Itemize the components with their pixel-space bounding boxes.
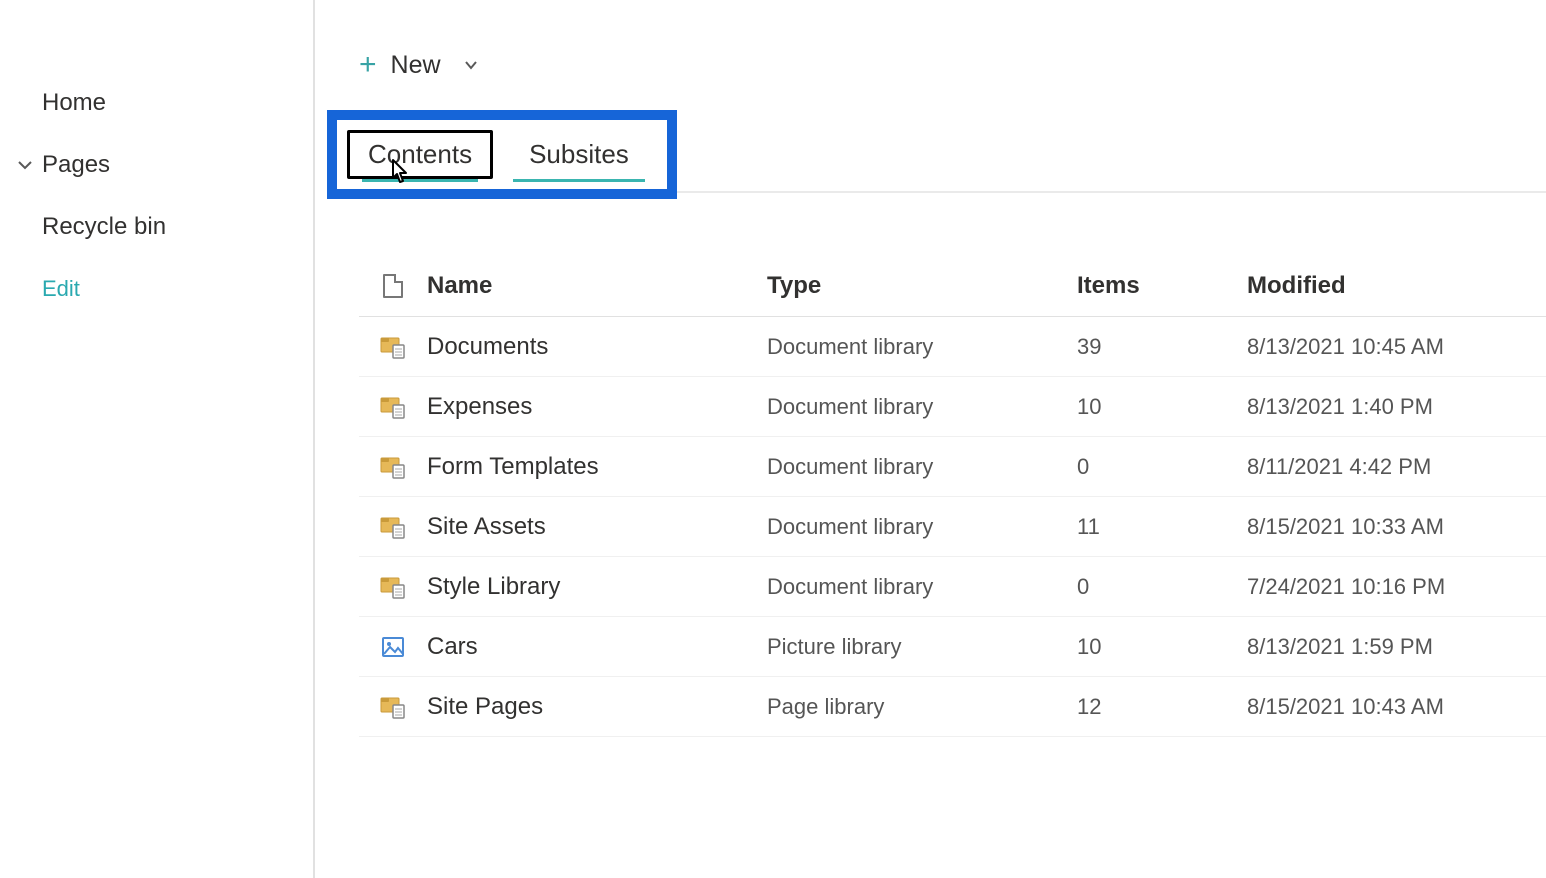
table-row[interactable]: Style LibraryDocument library07/24/2021 … (359, 557, 1546, 617)
header-items[interactable]: Items (1077, 272, 1247, 300)
plus-icon: + (359, 50, 377, 80)
sidebar: Home Pages Recycle bin Edit (0, 0, 315, 878)
row-name[interactable]: Cars (427, 633, 767, 661)
row-name[interactable]: Form Templates (427, 453, 767, 481)
row-items: 39 (1077, 334, 1247, 360)
row-modified: 8/11/2021 4:42 PM (1247, 454, 1546, 480)
nav-label: Recycle bin (42, 213, 166, 241)
row-items: 11 (1077, 514, 1247, 540)
table-row[interactable]: ExpensesDocument library108/13/2021 1:40… (359, 377, 1546, 437)
row-modified: 8/13/2021 1:59 PM (1247, 634, 1546, 660)
sidebar-item-recycle-bin[interactable]: Recycle bin (0, 196, 313, 258)
sidebar-edit-link[interactable]: Edit (0, 276, 313, 302)
nav-label: Home (42, 89, 106, 117)
row-icon (359, 335, 427, 359)
row-modified: 8/13/2021 10:45 AM (1247, 334, 1546, 360)
chevron-down-icon (463, 57, 479, 73)
header-modified[interactable]: Modified (1247, 272, 1546, 300)
row-modified: 8/13/2021 1:40 PM (1247, 394, 1546, 420)
main-content: + New Contents Subsites (315, 0, 1546, 878)
row-items: 12 (1077, 694, 1247, 720)
new-button[interactable]: + New (359, 50, 479, 80)
nav-label: Pages (42, 151, 110, 179)
row-name[interactable]: Expenses (427, 393, 767, 421)
tab-label: Contents (368, 139, 472, 169)
tab-label: Subsites (529, 139, 629, 169)
row-type: Picture library (767, 634, 1077, 660)
table-row[interactable]: CarsPicture library108/13/2021 1:59 PM (359, 617, 1546, 677)
row-name[interactable]: Documents (427, 333, 767, 361)
toolbar: + New (315, 20, 1546, 110)
row-type: Document library (767, 394, 1077, 420)
row-type: Document library (767, 574, 1077, 600)
edit-label: Edit (42, 276, 80, 301)
row-modified: 8/15/2021 10:33 AM (1247, 514, 1546, 540)
tab-subsites[interactable]: Subsites (511, 133, 647, 176)
row-icon (359, 695, 427, 719)
row-items: 0 (1077, 574, 1247, 600)
row-icon (359, 575, 427, 599)
table-row[interactable]: Site AssetsDocument library118/15/2021 1… (359, 497, 1546, 557)
row-name[interactable]: Site Pages (427, 693, 767, 721)
row-items: 10 (1077, 394, 1247, 420)
active-underline (513, 179, 645, 182)
row-modified: 7/24/2021 10:16 PM (1247, 574, 1546, 600)
row-items: 0 (1077, 454, 1247, 480)
row-type: Document library (767, 454, 1077, 480)
table-row[interactable]: DocumentsDocument library398/13/2021 10:… (359, 317, 1546, 377)
active-underline (362, 179, 478, 182)
sidebar-item-pages[interactable]: Pages (0, 134, 313, 196)
header-type[interactable]: Type (767, 272, 1077, 300)
file-icon (383, 274, 403, 298)
chevron-down-icon (8, 155, 42, 175)
sidebar-item-home[interactable]: Home (0, 72, 313, 134)
table-header-row: Name Type Items Modified (359, 255, 1546, 317)
row-icon (359, 395, 427, 419)
row-modified: 8/15/2021 10:43 AM (1247, 694, 1546, 720)
tabs-highlight-annotation: Contents Subsites (327, 110, 677, 199)
row-icon (359, 455, 427, 479)
row-icon (359, 635, 427, 659)
table-row[interactable]: Form TemplatesDocument library08/11/2021… (359, 437, 1546, 497)
header-icon-col (359, 274, 427, 298)
row-type: Page library (767, 694, 1077, 720)
header-name[interactable]: Name (427, 272, 767, 300)
row-name[interactable]: Style Library (427, 573, 767, 601)
new-label: New (391, 51, 441, 80)
row-type: Document library (767, 514, 1077, 540)
table-row[interactable]: Site PagesPage library128/15/2021 10:43 … (359, 677, 1546, 737)
contents-table: Name Type Items Modified DocumentsDocume… (359, 255, 1546, 737)
row-items: 10 (1077, 634, 1247, 660)
tab-contents[interactable]: Contents (347, 130, 493, 179)
row-type: Document library (767, 334, 1077, 360)
row-name[interactable]: Site Assets (427, 513, 767, 541)
row-icon (359, 515, 427, 539)
